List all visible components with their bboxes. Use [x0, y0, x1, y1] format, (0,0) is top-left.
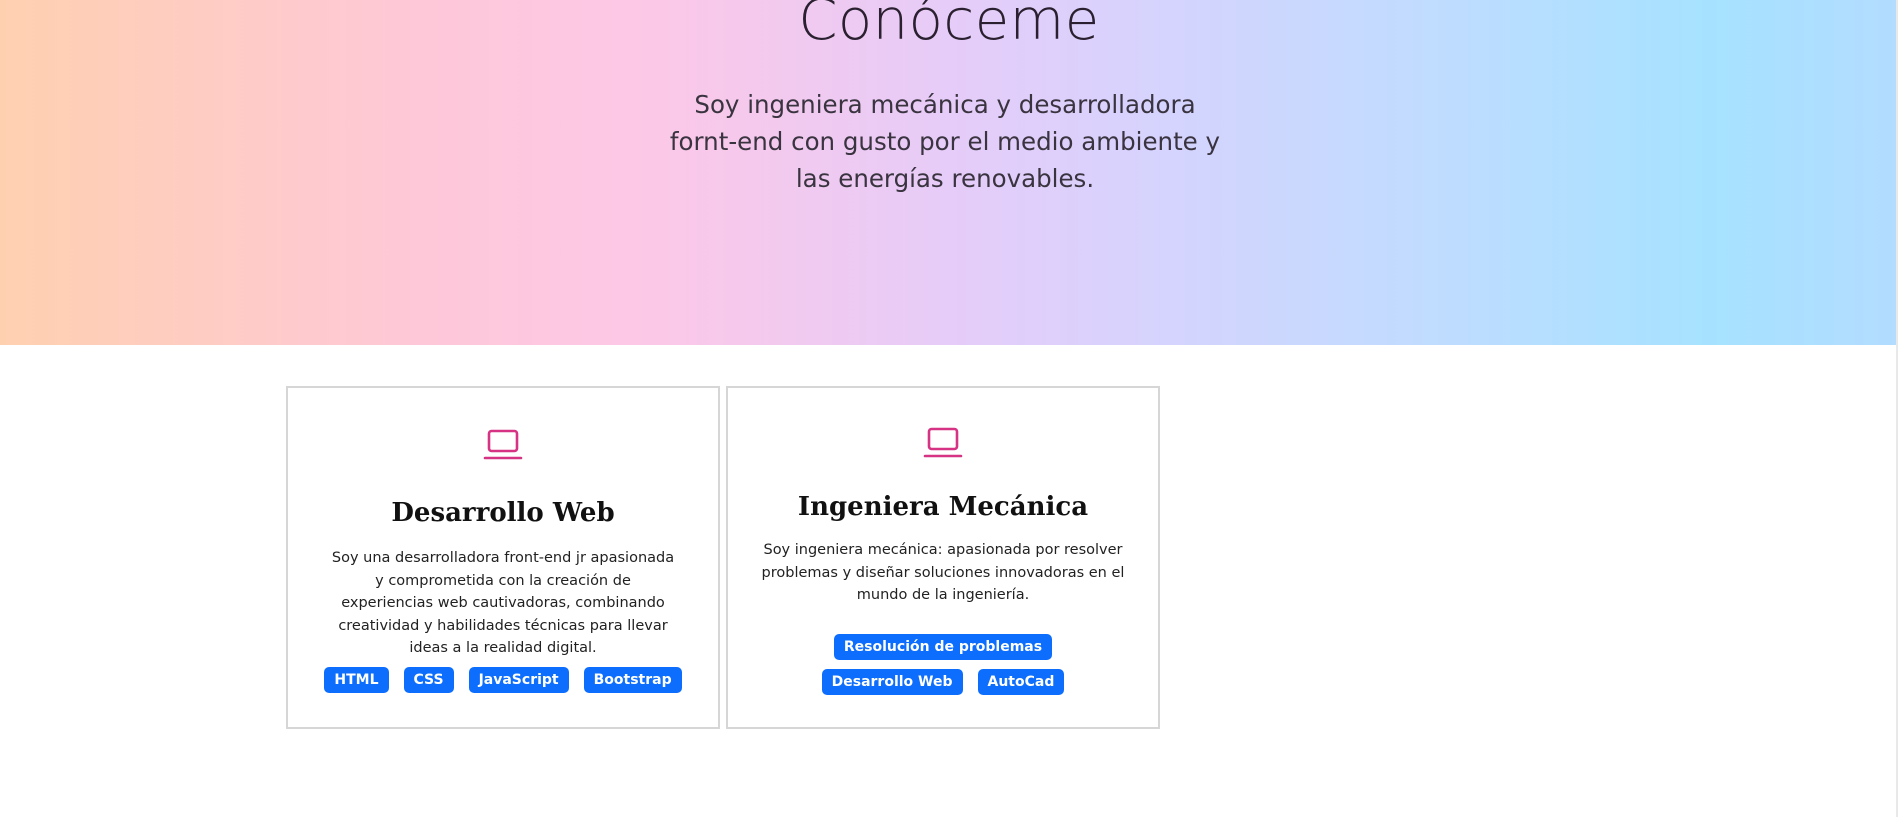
tag-desarrollo-web: Desarrollo Web — [821, 669, 963, 695]
card-desarrollo-web: Desarrollo Web Soy una desarrolladora fr… — [286, 386, 720, 729]
laptop-icon — [728, 426, 1158, 460]
tag-css: CSS — [403, 667, 454, 693]
tag-list: Resolución de problemas Desarrollo Web A… — [758, 634, 1128, 695]
tag-resolucion-problemas: Resolución de problemas — [833, 634, 1053, 660]
tag-javascript: JavaScript — [468, 667, 569, 693]
tag-list: HTML CSS JavaScript Bootstrap — [308, 667, 698, 693]
page-title: Conóceme — [798, 0, 1100, 53]
card-title: Ingeniera Mecánica — [797, 492, 1089, 522]
tag-html: HTML — [324, 667, 389, 693]
hero-banner: Conóceme Soy ingeniera mecánica y desarr… — [0, 0, 1898, 345]
card-description: Soy ingeniera mecánica: apasionada por r… — [761, 542, 1125, 603]
laptop-icon — [288, 428, 718, 462]
tag-autocad: AutoCad — [977, 669, 1065, 695]
card-description: Soy una desarrolladora front-end jr apas… — [331, 550, 675, 656]
card-title: Desarrollo Web — [391, 498, 615, 528]
card-ingeniera-mecanica: Ingeniera Mecánica Soy ingeniera mecánic… — [726, 386, 1160, 729]
tag-bootstrap: Bootstrap — [583, 667, 682, 693]
hero-subtitle: Soy ingeniera mecánica y desarrolladora … — [669, 90, 1221, 193]
